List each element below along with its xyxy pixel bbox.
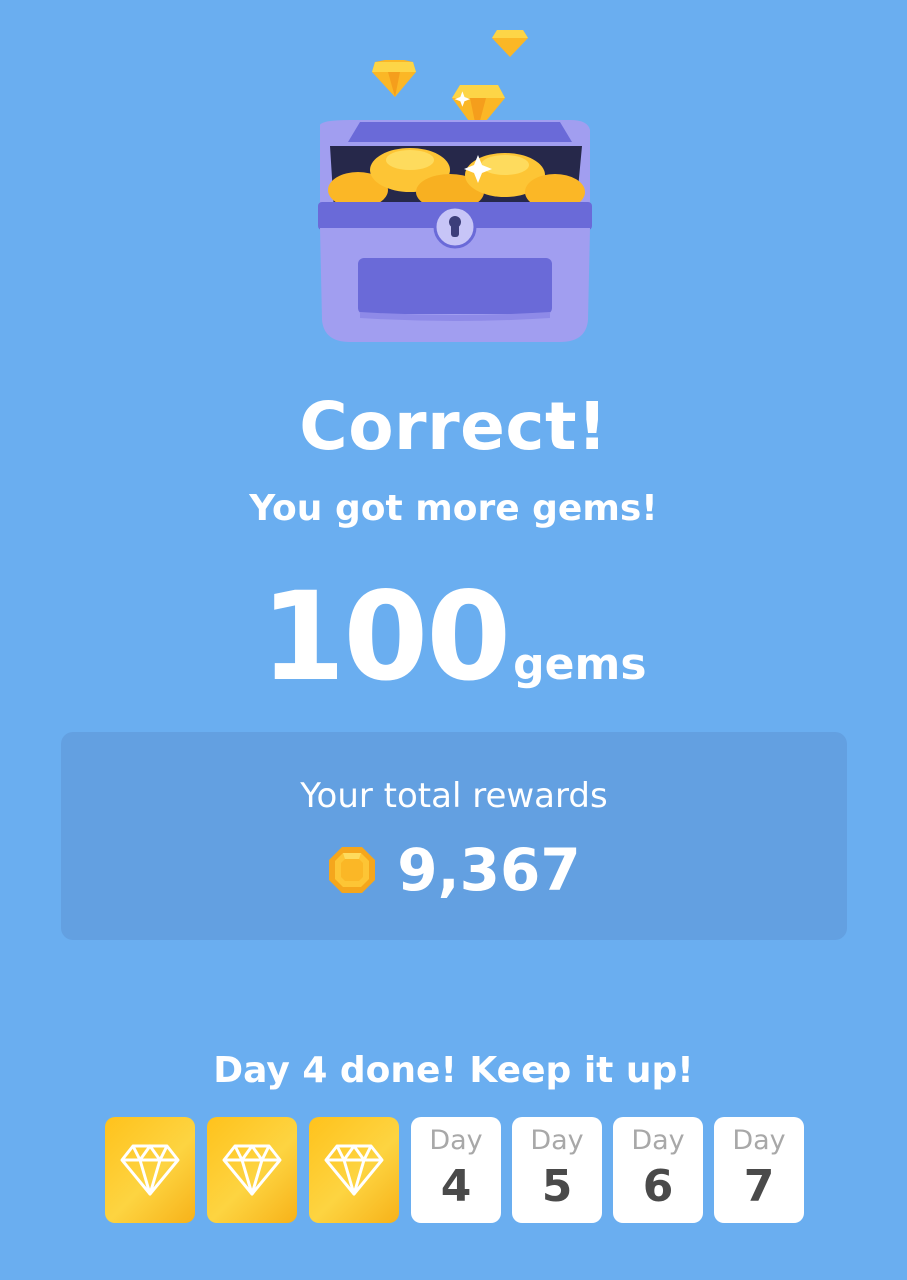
streak-day-2 [207, 1117, 297, 1223]
total-rewards-card: Your total rewards 9,367 [61, 732, 847, 940]
streak-day-7: Day 7 [714, 1117, 804, 1223]
day-number: 6 [642, 1161, 674, 1212]
diamond-icon [120, 1144, 180, 1196]
streak-days: Day 4 Day 5 Day 6 Day 7 [105, 1117, 805, 1225]
day-number: 5 [541, 1161, 573, 1212]
diamond-icon [324, 1144, 384, 1196]
day-label: Day [429, 1125, 483, 1156]
total-rewards-value: 9,367 [397, 836, 581, 904]
streak-day-4: Day 4 [411, 1117, 501, 1223]
total-rewards-label: Your total rewards [300, 776, 608, 816]
gold-gem-icon [329, 847, 376, 893]
day-label: Day [530, 1125, 584, 1156]
total-rewards-row: 9,367 [61, 836, 847, 904]
streak-day-1 [105, 1117, 195, 1223]
floating-gem-icon [372, 60, 416, 97]
floating-gem-icon [492, 30, 528, 57]
streak-day-3 [309, 1117, 399, 1223]
earned-unit: gems [513, 639, 647, 690]
reward-screen: Correct! You got more gems! 100gems Your… [0, 0, 907, 1280]
diamond-icon [222, 1144, 282, 1196]
result-title: Correct! [299, 388, 608, 465]
streak-message: Day 4 done! Keep it up! [213, 1050, 694, 1091]
day-number: 4 [440, 1161, 472, 1212]
day-label: Day [631, 1125, 685, 1156]
streak-day-5: Day 5 [512, 1117, 602, 1223]
earned-amount: 100 [260, 566, 511, 708]
result-subtitle: You got more gems! [249, 488, 658, 529]
streak-day-6: Day 6 [613, 1117, 703, 1223]
earned-gems: 100gems [0, 566, 907, 708]
day-label: Day [732, 1125, 786, 1156]
treasure-chest-illustration [318, 30, 592, 342]
day-number: 7 [743, 1161, 775, 1212]
